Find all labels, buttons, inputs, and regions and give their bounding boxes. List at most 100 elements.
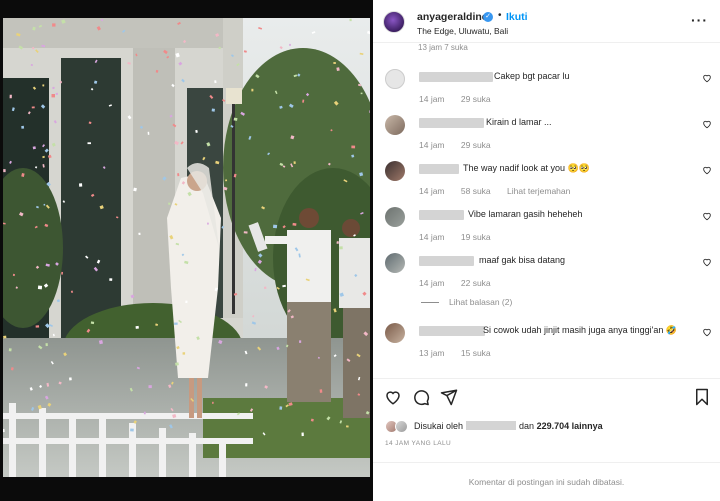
post-location[interactable]: The Edge, Uluwatu, Bali [417, 26, 508, 36]
comment-likes[interactable]: 15 suka [461, 348, 491, 358]
commenter-name-blurred[interactable] [419, 256, 474, 266]
replies-divider [421, 302, 439, 304]
comment-time: 14 jam [419, 232, 445, 242]
confetti-piece [138, 232, 141, 236]
post-actions: Disukai oleh dan 229.704 lainnya 14 JAM Y… [373, 378, 720, 501]
comment-like-heart-icon[interactable] [702, 211, 712, 221]
comment-meta: 14 jam 29 suka [419, 94, 505, 104]
liked-by-avatars [385, 420, 409, 433]
follow-button[interactable]: Ikuti [506, 11, 528, 23]
confetti-piece [130, 428, 134, 432]
see-translation-link[interactable]: Lihat terjemahan [507, 186, 570, 196]
more-options-icon[interactable]: ··· [691, 12, 708, 28]
commenter-avatar[interactable] [385, 161, 405, 181]
commenter-name-blurred[interactable] [419, 210, 464, 220]
confetti-piece [207, 222, 209, 225]
comment-meta: 13 jam 15 suka [419, 348, 505, 358]
confetti-piece [351, 145, 356, 149]
likes-count[interactable]: 229.704 lainnya [537, 421, 603, 431]
post-username[interactable]: anyageraldine [417, 11, 488, 23]
comment-like-heart-icon[interactable] [702, 73, 712, 83]
commenter-name-blurred[interactable] [419, 164, 459, 174]
confetti-piece [52, 23, 56, 27]
confetti-piece [233, 117, 238, 121]
confetti-piece [299, 340, 302, 343]
profile-avatar[interactable] [383, 11, 405, 33]
comment-meta: 14 jam 58 suka Lihat terjemahan [419, 186, 584, 196]
comment-meta: 14 jam 22 suka [419, 278, 505, 288]
confetti-piece [369, 110, 370, 113]
confetti-piece [42, 84, 45, 87]
heart-icon[interactable] [384, 388, 402, 406]
liked-by-prefix: Disukai oleh [414, 421, 464, 431]
comment-text: Vibe lamaran gasih heheheh [468, 209, 583, 219]
liker-avatar [395, 420, 408, 433]
liked-by-summary[interactable]: Disukai oleh dan 229.704 lainnya [385, 420, 715, 434]
comment-like-heart-icon[interactable] [702, 327, 712, 337]
confetti-piece [148, 385, 152, 389]
commenter-avatar[interactable] [385, 253, 405, 273]
comment-likes[interactable]: 22 suka [461, 278, 491, 288]
confetti-piece [12, 273, 15, 277]
confetti-piece [31, 106, 35, 109]
comment-item: Vibe lamaran gasih heheheh 14 jam 19 suk… [373, 207, 720, 253]
confetti-piece [263, 286, 267, 290]
confetti-piece [59, 80, 62, 84]
comment-likes[interactable]: 29 suka [461, 94, 491, 104]
comment-time: 14 jam [419, 140, 445, 150]
cut-off-comment-meta: 13 jam 7 suka [418, 43, 468, 52]
commenter-avatar[interactable] [385, 115, 405, 135]
confetti-piece [339, 246, 343, 250]
confetti-piece [87, 142, 91, 145]
comments-list[interactable]: 13 jam 7 suka Cakep bgt pacar lu 14 jam … [373, 43, 720, 378]
post-timestamp[interactable]: 14 JAM YANG LALU [385, 440, 451, 447]
confetti-piece [135, 325, 139, 329]
confetti-piece [292, 222, 297, 226]
post-photo[interactable] [0, 0, 373, 501]
confetti-piece [175, 362, 179, 366]
comment-likes[interactable]: 19 suka [461, 232, 491, 242]
comment-text: Si cowok udah jinjit masih juga anya tin… [483, 325, 678, 335]
confetti-piece [174, 322, 178, 325]
confetti-piece [3, 335, 7, 339]
comment-likes[interactable]: 58 suka [461, 186, 491, 196]
comment-like-heart-icon[interactable] [702, 257, 712, 267]
commenter-name-blurred[interactable] [419, 326, 485, 336]
view-replies-link[interactable]: Lihat balasan (2) [421, 297, 512, 307]
comment-time: 13 jam [419, 348, 445, 358]
liked-by-text: Disukai oleh dan 229.704 lainnya [414, 421, 603, 431]
comment-time: 14 jam [419, 94, 445, 104]
comment-text: maaf gak bisa datang [479, 255, 566, 265]
confetti-piece [45, 343, 48, 347]
commenter-avatar[interactable] [385, 207, 405, 227]
commenter-name-blurred[interactable] [419, 118, 484, 128]
confetti-piece [37, 285, 43, 290]
comment-likes[interactable]: 29 suka [461, 140, 491, 150]
liker-name-blurred[interactable] [466, 421, 517, 430]
comment-like-heart-icon[interactable] [702, 119, 712, 129]
commenter-name-blurred[interactable] [419, 72, 493, 82]
comment-icon[interactable] [412, 388, 430, 406]
confetti-piece [272, 224, 278, 229]
confetti-piece [147, 131, 150, 135]
comment-item: Cakep bgt pacar lu 14 jam 29 suka [373, 69, 720, 115]
confetti-piece [301, 432, 304, 437]
confetti-piece [245, 383, 248, 387]
comment-like-heart-icon[interactable] [702, 165, 712, 175]
comment-text: The way nadif look at you 🥺🥺 [463, 163, 590, 173]
comment-item: Kirain d lamar ... 14 jam 29 suka [373, 115, 720, 161]
commenter-avatar[interactable] [385, 323, 405, 343]
share-icon[interactable] [440, 388, 458, 406]
commenter-avatar[interactable] [385, 69, 405, 89]
comment-time: 14 jam [419, 278, 445, 288]
confetti-piece [35, 325, 40, 328]
bookmark-icon[interactable] [693, 388, 711, 406]
confetti-piece [155, 69, 159, 73]
confetti-piece [3, 428, 5, 433]
confetti-piece [349, 18, 352, 22]
confetti-piece [243, 231, 248, 234]
confetti-piece [225, 179, 228, 182]
confetti-piece [61, 271, 63, 275]
confetti-piece [55, 92, 58, 95]
comment-item: Si cowok udah jinjit masih juga anya tin… [373, 323, 720, 369]
